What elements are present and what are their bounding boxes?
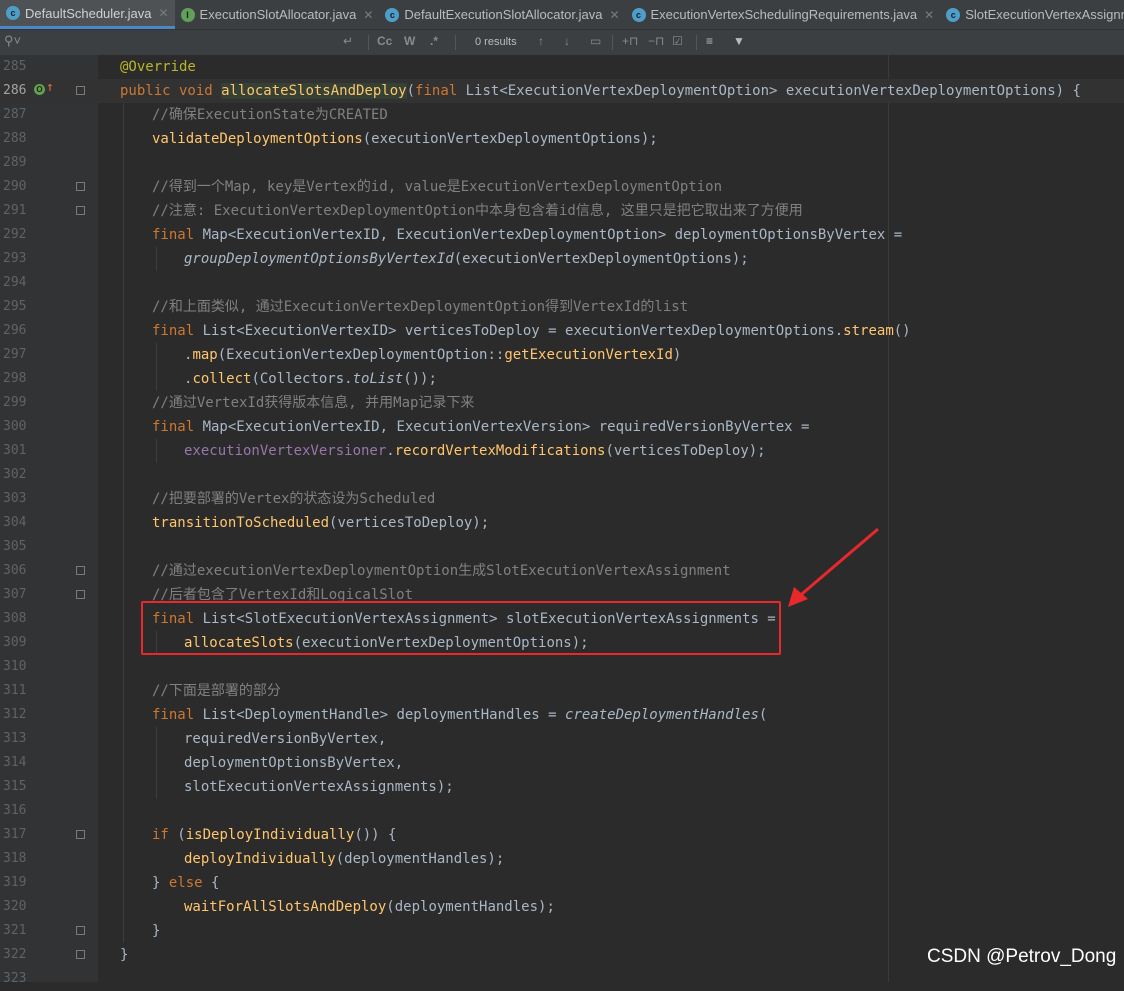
class-icon: c [631,7,646,22]
arrow-up-icon[interactable]: ↑ [46,80,54,95]
tab-executionvertexschedulingrequirements[interactable]: c ExecutionVertexSchedulingRequirements.… [626,0,941,29]
tab-defaultexecutionslotallocator[interactable]: c DefaultExecutionSlotAllocator.java ✕ [379,0,625,29]
search-icon[interactable]: ⚲˅ [4,33,21,49]
code-line: 318 deployIndividually(deploymentHandles… [3,851,505,867]
code-line: 290 //得到一个Map, key是Vertex的id, value是Exec… [3,179,723,195]
fold-icon[interactable] [76,590,85,599]
close-icon[interactable]: ✕ [363,8,373,22]
code-line: 304 transitionToScheduled(verticesToDepl… [3,515,490,531]
code-line: 294 [3,275,27,290]
history-icon[interactable]: ↵ [343,34,353,48]
fold-icon[interactable] [76,830,85,839]
code-line: 289 [3,155,27,170]
annotation-arrow-icon [788,527,879,607]
tab-label: ExecutionVertexSchedulingRequirements.ja… [650,7,918,22]
code-line: 295 //和上面类似, 通过ExecutionVertexDeployment… [3,299,689,315]
regex-button[interactable]: .* [430,34,438,48]
class-icon: c [6,6,20,20]
close-icon[interactable]: ✕ [924,8,934,22]
arrow-down-icon[interactable]: ↓ [564,34,570,48]
code-line: 286 O ↑ public void allocateSlotsAndDepl… [0,79,1124,103]
arrow-up-icon[interactable]: ↑ [538,34,544,48]
code-line: 320 waitForAllSlotsAndDeploy(deploymentH… [3,899,555,915]
code-line: 292 final Map<ExecutionVertexID, Executi… [3,227,903,243]
code-line: 314 deploymentOptionsByVertex, [3,755,404,771]
fold-icon[interactable] [76,950,85,959]
code-line: 315 slotExecutionVertexAssignments); [3,779,454,795]
code-editor[interactable]: 285 @Override 286 O ↑ public void alloca… [0,55,1124,986]
tab-label: DefaultScheduler.java [25,5,152,21]
code-line: 312 final List<DeploymentHandle> deploym… [3,707,768,723]
code-line: 302 [3,467,27,482]
close-icon[interactable]: ✕ [158,6,168,20]
code-line: 319 } else { [3,875,220,891]
code-line: 306 //通过executionVertexDeploymentOption生… [3,563,731,579]
fold-icon[interactable] [76,926,85,935]
code-line: 299 //通过VertexId获得版本信息, 并用Map记录下来 [3,395,475,411]
tab-defaultscheduler[interactable]: c DefaultScheduler.java ✕ [0,0,175,29]
remove-occurrence-icon[interactable]: −⊓ [648,34,664,48]
code-line: 291 //注意: ExecutionVertexDeploymentOptio… [3,203,803,219]
code-line: 313 requiredVersionByVertex, [3,731,387,747]
highlight-box [141,601,781,655]
code-line: 301 executionVertexVersioner.recordVerte… [3,443,766,459]
tab-label: DefaultExecutionSlotAllocator.java [404,7,603,22]
select-all-occurrences-icon[interactable]: ☑ [672,34,683,48]
code-line: 311 //下面是部署的部分 [3,683,281,699]
class-icon: c [385,7,400,22]
interface-icon: I [180,7,195,22]
find-bar: ⚲˅ ↵ Cc W .* 0 results ↑ ↓ ▭ +⊓ −⊓ ☑ ≡ ▼ [0,30,1124,56]
editor-tab-bar: c DefaultScheduler.java ✕ I ExecutionSlo… [0,0,1124,30]
tab-executionslotallocator[interactable]: I ExecutionSlotAllocator.java ✕ [175,0,380,29]
code-line: 305 [3,539,27,554]
code-line: 288 validateDeploymentOptions(executionV… [3,131,658,147]
code-line: 316 [3,803,27,818]
code-line: 300 final Map<ExecutionVertexID, Executi… [3,419,810,435]
code-line: 296 final List<ExecutionVertexID> vertic… [3,323,911,339]
close-icon[interactable]: ✕ [609,8,619,22]
code-line: 293 groupDeploymentOptionsByVertexId(exe… [3,251,749,267]
filter-icon[interactable]: ▼ [733,34,745,48]
code-line: 321 } [3,923,161,939]
code-line: 317 if (isDeployIndividually()) { [3,827,397,843]
tab-slotexecutionvertexassignment[interactable]: c SlotExecutionVertexAssignm [940,0,1124,29]
fold-icon[interactable] [76,206,85,215]
override-marker-icon[interactable]: O [34,84,45,95]
code-line: 323 [3,971,27,986]
class-icon: c [946,7,961,22]
code-line: 285 @Override [3,59,196,75]
code-line: 287 //确保ExecutionState为CREATED [3,107,388,123]
filter-options-icon[interactable]: ≡ [706,34,713,48]
fold-icon[interactable] [76,566,85,575]
add-occurrence-icon[interactable]: +⊓ [622,34,638,48]
tab-label: SlotExecutionVertexAssignm [965,7,1124,22]
code-line: 310 [3,659,27,674]
code-line: 297 .map(ExecutionVertexDeploymentOption… [3,347,682,363]
results-count: 0 results [475,36,517,48]
code-line: 298 .collect(Collectors.toList()); [3,371,437,387]
whole-word-button[interactable]: W [404,34,415,48]
code-line: 303 //把要部署的Vertex的状态设为Scheduled [3,491,436,507]
watermark: CSDN @Petrov_Dong [927,946,1117,967]
fold-icon[interactable] [76,86,85,95]
fold-icon[interactable] [76,182,85,191]
match-case-button[interactable]: Cc [377,34,392,48]
tab-label: ExecutionSlotAllocator.java [199,7,357,22]
select-all-icon[interactable]: ▭ [590,34,601,48]
